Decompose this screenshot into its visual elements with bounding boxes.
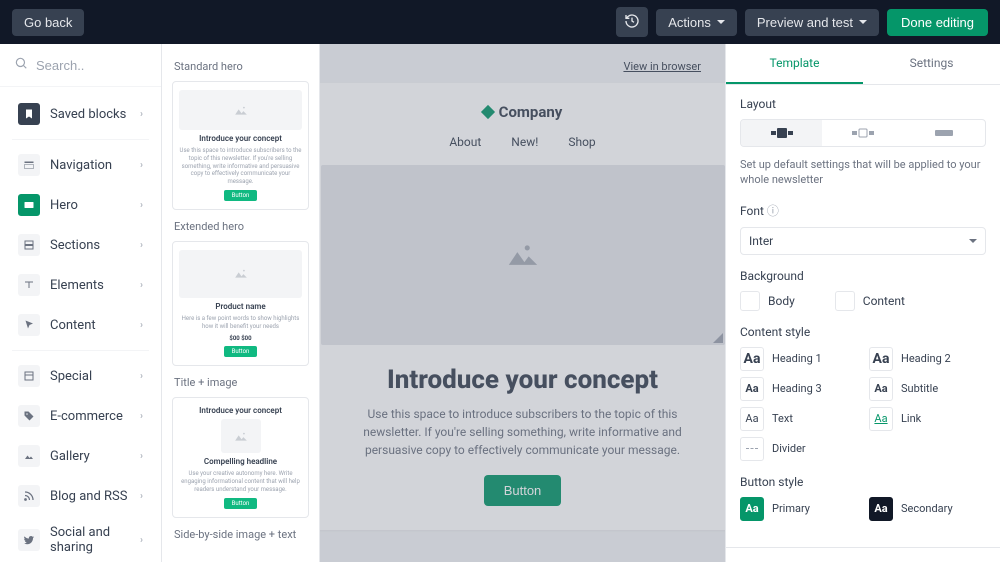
view-in-browser-link[interactable]: View in browser: [623, 60, 701, 73]
chevron-right-icon: ›: [140, 411, 143, 422]
button-style-secondary[interactable]: AaSecondary: [869, 497, 986, 521]
chevron-right-icon: ›: [140, 371, 143, 382]
hero-icon: [18, 194, 40, 216]
sections-icon: [18, 234, 40, 256]
body-color-swatch[interactable]: Body: [740, 291, 795, 311]
image-placeholder-icon: [221, 419, 261, 453]
content-style-label: Content style: [740, 325, 986, 339]
other-settings-row[interactable]: Other settings ⌄: [726, 547, 1000, 562]
email-preview[interactable]: Company About New! Shop Introduce your c…: [320, 83, 725, 530]
rss-icon: [18, 485, 40, 507]
hero-cta-button[interactable]: Button: [484, 475, 562, 506]
button-style-primary[interactable]: AaPrimary: [740, 497, 857, 521]
nav-link-new[interactable]: New!: [511, 135, 538, 149]
layout-option-center[interactable]: [822, 120, 903, 146]
search-row[interactable]: [0, 44, 161, 87]
layout-option-full[interactable]: [741, 120, 822, 146]
done-editing-button[interactable]: Done editing: [887, 9, 988, 36]
template-label: Title + image: [174, 376, 307, 389]
button-style-label: Button style: [740, 475, 986, 489]
search-icon: [14, 56, 28, 74]
sidebar-item-social[interactable]: Social and sharing ›: [6, 517, 155, 562]
diamond-icon: [481, 105, 495, 119]
image-placeholder-icon: [179, 90, 302, 130]
sidebar-item-elements[interactable]: Elements ›: [6, 266, 155, 304]
sidebar-item-sections[interactable]: Sections ›: [6, 226, 155, 264]
sidebar-item-special[interactable]: Special ›: [6, 357, 155, 395]
sidebar-item-gallery[interactable]: Gallery ›: [6, 437, 155, 475]
chevron-down-icon: [859, 20, 867, 24]
sidebar-item-blog-rss[interactable]: Blog and RSS ›: [6, 477, 155, 515]
template-label: Standard hero: [174, 60, 307, 73]
background-label: Background: [740, 269, 986, 283]
company-logo: Company: [483, 103, 563, 121]
sidebar-item-navigation[interactable]: Navigation ›: [6, 146, 155, 184]
info-icon: ⓘ: [767, 204, 779, 218]
sidebar-item-ecommerce[interactable]: E-commerce ›: [6, 397, 155, 435]
go-back-button[interactable]: Go back: [12, 9, 84, 36]
sidebar: Saved blocks › Navigation › Hero › Secti…: [0, 44, 162, 562]
layout-label: Layout: [740, 97, 986, 111]
tag-icon: [18, 405, 40, 427]
chevron-right-icon: ›: [140, 491, 143, 502]
resize-handle-icon[interactable]: [713, 333, 723, 343]
chevron-right-icon: ›: [140, 451, 143, 462]
style-subtitle[interactable]: AaSubtitle: [869, 377, 986, 401]
sidebar-item-saved-blocks[interactable]: Saved blocks ›: [6, 95, 155, 133]
right-panel: Template Settings Layout Set up default …: [725, 44, 1000, 562]
chevron-down-icon: [717, 20, 725, 24]
preview-button[interactable]: Preview and test: [745, 9, 879, 36]
style-heading-2[interactable]: AaHeading 2: [869, 347, 986, 371]
image-placeholder-icon: [179, 250, 302, 298]
image-icon: [18, 445, 40, 467]
chevron-right-icon: ›: [140, 160, 143, 171]
font-label: Font ⓘ: [740, 202, 986, 219]
chevron-right-icon: ›: [140, 280, 143, 291]
style-text[interactable]: AaText: [740, 407, 857, 431]
style-link[interactable]: AaLink: [869, 407, 986, 431]
style-heading-1[interactable]: AaHeading 1: [740, 347, 857, 371]
hero-image-placeholder[interactable]: [321, 165, 725, 345]
history-button[interactable]: [616, 7, 648, 37]
tab-settings[interactable]: Settings: [863, 44, 1000, 84]
type-icon: [18, 274, 40, 296]
font-select[interactable]: Inter: [740, 227, 986, 255]
template-extended-hero[interactable]: Product name Here is a few point words t…: [172, 241, 309, 366]
style-divider[interactable]: Divider: [740, 437, 857, 461]
content-color-swatch[interactable]: Content: [835, 291, 905, 311]
chevron-right-icon: ›: [140, 240, 143, 251]
layout-option-wide[interactable]: [904, 120, 985, 146]
template-title-image[interactable]: Introduce your concept Compelling headli…: [172, 397, 309, 517]
navigation-icon: [18, 154, 40, 176]
chevron-right-icon: ›: [140, 109, 143, 120]
canvas: View in browser Company About New! Shop …: [320, 44, 725, 562]
chevron-right-icon: ›: [140, 320, 143, 331]
style-heading-3[interactable]: AaHeading 3: [740, 377, 857, 401]
hero-heading[interactable]: Introduce your concept: [387, 365, 658, 395]
templates-panel: Standard hero Introduce your concept Use…: [162, 44, 320, 562]
twitter-icon: [18, 529, 40, 551]
cursor-icon: [18, 314, 40, 336]
bookmark-icon: [18, 103, 40, 125]
hero-paragraph[interactable]: Use this space to introduce subscribers …: [343, 405, 703, 459]
tab-template[interactable]: Template: [726, 44, 863, 84]
special-icon: [18, 365, 40, 387]
chevron-right-icon: ›: [140, 535, 143, 546]
nav-link-shop[interactable]: Shop: [568, 135, 595, 149]
template-standard-hero[interactable]: Introduce your concept Use this space to…: [172, 81, 309, 210]
nav-link-about[interactable]: About: [449, 135, 481, 149]
sidebar-item-content[interactable]: Content ›: [6, 306, 155, 344]
layout-segment: [740, 119, 986, 147]
chevron-down-icon: [969, 239, 977, 243]
actions-button[interactable]: Actions: [656, 9, 737, 36]
sidebar-item-hero[interactable]: Hero ›: [6, 186, 155, 224]
template-label: Side-by-side image + text: [174, 528, 307, 541]
template-label: Extended hero: [174, 220, 307, 233]
chevron-right-icon: ›: [140, 200, 143, 211]
history-icon: [624, 13, 640, 32]
layout-hint: Set up default settings that will be app…: [740, 157, 986, 188]
